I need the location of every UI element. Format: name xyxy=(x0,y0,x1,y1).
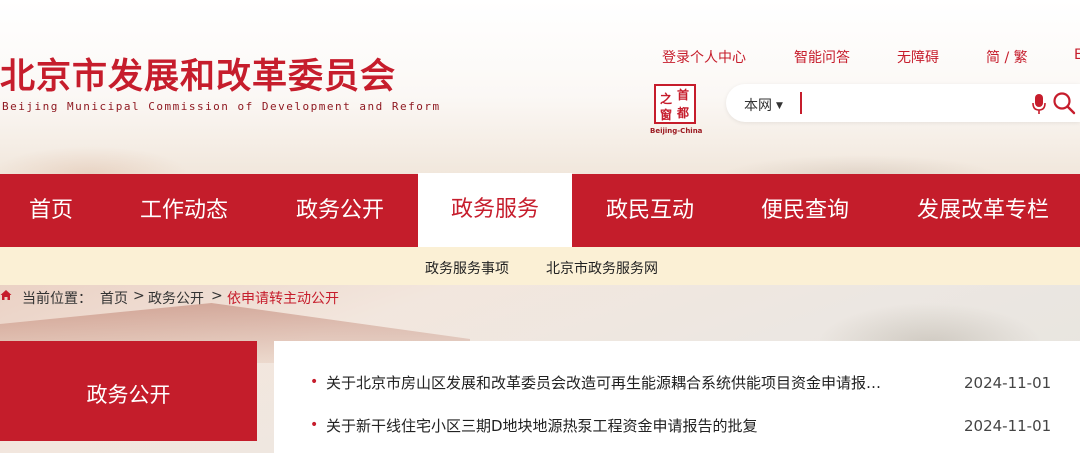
nav-item-convenience-query[interactable]: 便民查询 xyxy=(743,174,867,247)
breadcrumb-prefix: 当前位置： xyxy=(22,291,92,307)
english-link[interactable]: EN xyxy=(1074,47,1080,63)
side-menu-header: 政务公开 xyxy=(0,341,257,441)
list-item[interactable]: • 关于新干线住宅小区三期D地块地源热泵工程资金申请报告的批复 2024-11-… xyxy=(274,413,1080,437)
seal-char: 都 xyxy=(677,106,690,120)
search-scope-label: 本网 xyxy=(744,98,772,114)
accessibility-link[interactable]: 无障碍 xyxy=(897,47,939,67)
article-list: • 关于北京市房山区发展和改革委员会改造可再生能源耦合系统供能项目资金申请报告的… xyxy=(274,341,1080,453)
seal-char: 之 xyxy=(660,92,673,106)
bullet-icon: • xyxy=(310,374,319,390)
list-item-title[interactable]: 关于北京市房山区发展和改革委员会改造可再生能源耦合系统供能项目资金申请报告的批复 xyxy=(326,372,896,393)
nav-item-public-interaction[interactable]: 政民互动 xyxy=(588,174,712,247)
list-item[interactable]: • 关于北京市房山区发展和改革委员会改造可再生能源耦合系统供能项目资金申请报告的… xyxy=(274,370,1080,394)
site-subtitle: Beijing Municipal Commission of Developm… xyxy=(2,100,441,113)
header-decoration xyxy=(0,114,1080,174)
site-title[interactable]: 北京市发展和改革委员会 xyxy=(0,48,396,99)
caret-down-icon: ▼ xyxy=(776,101,783,111)
list-item-title[interactable]: 关于新干线住宅小区三期D地块地源热泵工程资金申请报告的批复 xyxy=(326,415,896,436)
bullet-icon: • xyxy=(310,417,319,433)
subnav-item-service-portal[interactable]: 北京市政务服务网 xyxy=(546,258,658,278)
site-header: 北京市发展和改革委员会 Beijing Municipal Commission… xyxy=(0,0,1080,174)
nav-item-work-news[interactable]: 工作动态 xyxy=(122,174,246,247)
nav-item-government-services[interactable]: 政务服务 xyxy=(418,173,572,247)
nav-item-development-reform-column[interactable]: 发展改革专栏 xyxy=(898,174,1068,247)
login-center-link[interactable]: 登录个人中心 xyxy=(662,47,746,67)
breadcrumb-current: 依申请转主动公开 xyxy=(227,291,339,307)
search-bar: 本网 ▼ xyxy=(726,84,1080,122)
search-scope-dropdown[interactable]: 本网 ▼ xyxy=(744,95,783,115)
subnav-item-service-matters[interactable]: 政务服务事项 xyxy=(425,258,509,278)
breadcrumb-home[interactable]: 首页 xyxy=(100,288,128,308)
simplified-traditional-link[interactable]: 简 / 繁 xyxy=(986,47,1028,67)
breadcrumb-separator: > xyxy=(133,288,145,304)
capital-window-seal-logo[interactable]: 首 都 之 窗 Beijing-China xyxy=(650,82,703,136)
breadcrumb-government-affairs[interactable]: 政务公开 xyxy=(148,288,204,308)
main-nav: 首页 工作动态 政务公开 政务服务 政民互动 便民查询 发展改革专栏 xyxy=(0,173,1080,247)
sub-nav: 政务服务事项 北京市政务服务网 xyxy=(0,247,1080,285)
microphone-icon[interactable] xyxy=(1032,93,1046,115)
list-item-date: 2024-11-01 xyxy=(964,374,1052,392)
search-caret xyxy=(800,92,802,114)
search-input[interactable] xyxy=(806,90,1026,116)
seal-char: 首 xyxy=(677,88,690,102)
breadcrumb-separator: > xyxy=(211,288,223,304)
seal-caption: Beijing-China xyxy=(650,127,703,135)
side-menu-title: 政务公开 xyxy=(86,383,171,407)
list-item-date: 2024-11-01 xyxy=(964,417,1052,435)
home-icon xyxy=(0,290,12,300)
nav-item-home[interactable]: 首页 xyxy=(0,174,102,247)
smart-qa-link[interactable]: 智能问答 xyxy=(794,47,850,67)
nav-item-government-affairs[interactable]: 政务公开 xyxy=(278,174,402,247)
search-icon[interactable] xyxy=(1052,91,1076,115)
seal-char: 窗 xyxy=(660,108,673,122)
seal-box: 首 都 之 窗 xyxy=(654,84,696,124)
